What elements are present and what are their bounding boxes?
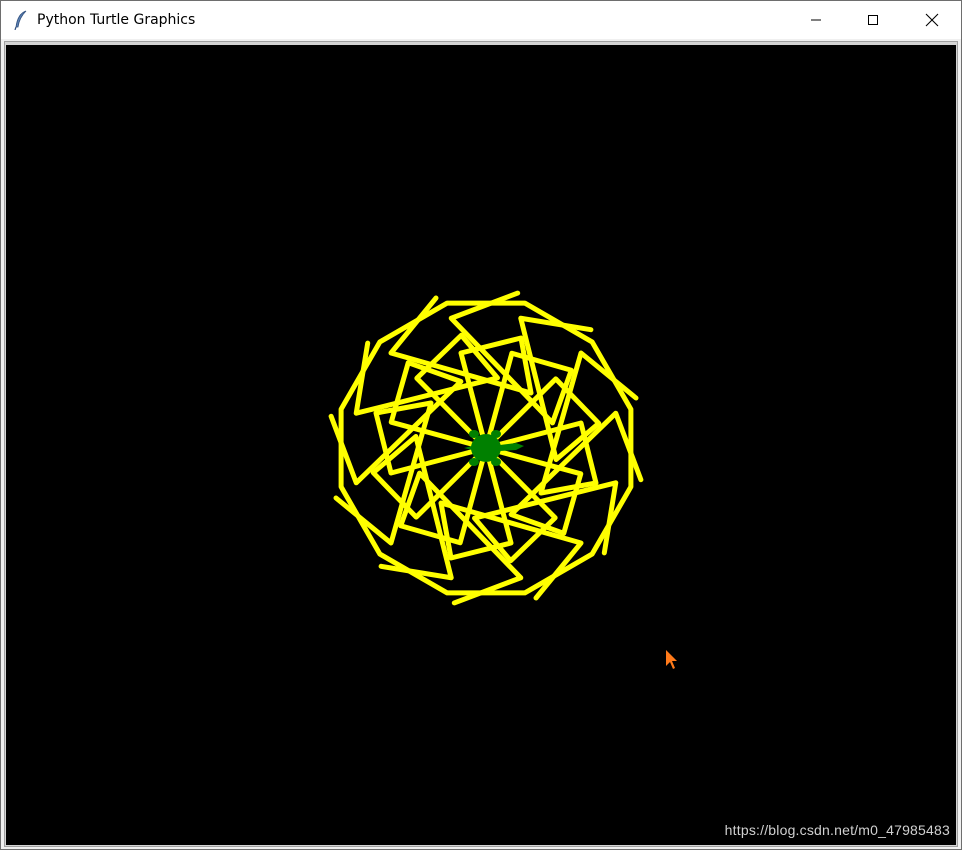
turtle-window: Python Turtle Graphics https://blog.csdn… xyxy=(0,0,962,850)
maximize-button[interactable] xyxy=(850,1,896,39)
window-title: Python Turtle Graphics xyxy=(37,12,196,28)
close-button[interactable] xyxy=(909,1,955,39)
watermark: https://blog.csdn.net/m0_47985483 xyxy=(724,822,950,838)
maximize-icon xyxy=(868,15,878,25)
feather-icon xyxy=(13,10,29,31)
close-icon xyxy=(925,13,939,27)
turtle-canvas[interactable]: https://blog.csdn.net/m0_47985483 xyxy=(6,45,956,845)
title-bar[interactable]: Python Turtle Graphics xyxy=(1,1,961,39)
minimize-icon xyxy=(811,19,821,21)
minimize-button[interactable] xyxy=(793,1,839,39)
mouse-cursor-icon xyxy=(666,650,677,669)
turtle-drawing xyxy=(328,290,644,606)
turtle-icon xyxy=(464,430,524,466)
